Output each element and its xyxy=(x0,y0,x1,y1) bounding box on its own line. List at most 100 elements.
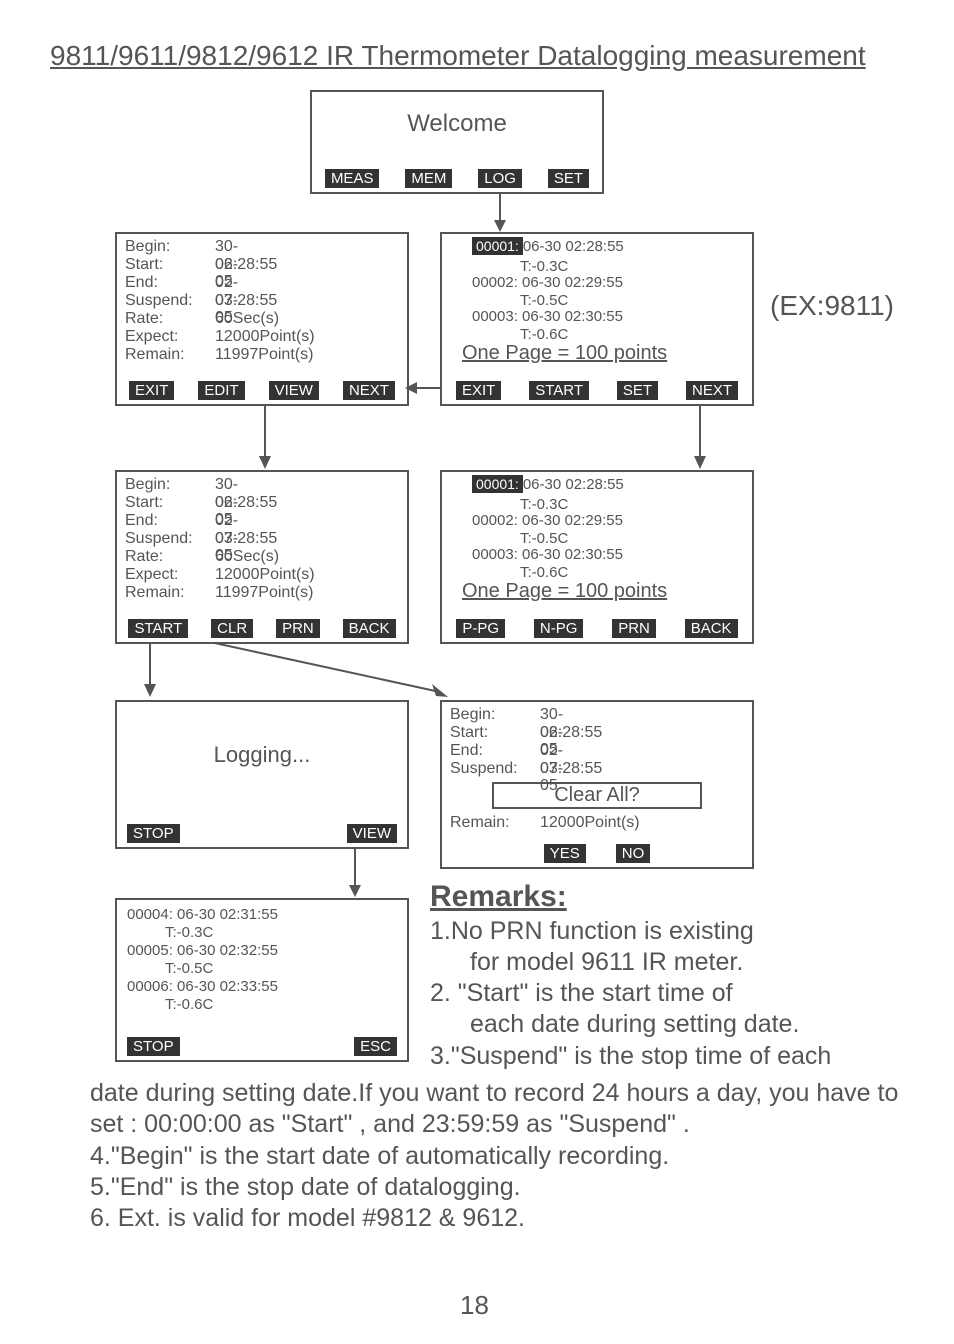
stop-button[interactable]: STOP xyxy=(127,824,180,843)
view-l2: 00005: 06-30 02:32:55 xyxy=(127,942,278,959)
logging-text: Logging... xyxy=(117,742,407,768)
log2-t2: T:-0.5C xyxy=(520,530,568,547)
clr-rem-v: 12000Point(s) xyxy=(540,814,640,832)
log-button[interactable]: LOG xyxy=(478,169,522,188)
log1-00001: 00001: xyxy=(472,237,523,255)
remark-1: 1.No PRN function is existing xyxy=(430,916,940,947)
remark-3: 3."Suspend" is the stop time of each xyxy=(430,1041,940,1072)
logging-view-button[interactable]: VIEW xyxy=(347,824,397,843)
log1-line2: 00002: 06-30 02:29:55 xyxy=(472,274,623,291)
start-screen: Begin:30-06-05 Start:02:28:55 End:02-07-… xyxy=(115,470,409,644)
start-label: Start: xyxy=(125,256,163,273)
arrow-down-icon xyxy=(345,847,365,897)
view-l1: 00004: 06-30 02:31:55 xyxy=(127,906,278,923)
arrow-down-icon xyxy=(690,404,710,469)
rate-label: Rate: xyxy=(125,548,163,565)
clr-end-l: End: xyxy=(450,742,483,759)
next-button[interactable]: NEXT xyxy=(343,381,395,400)
welcome-screen: Welcome MEAS MEM LOG SET xyxy=(310,90,604,194)
view-t3: T:-0.6C xyxy=(165,996,213,1013)
log1-start-button[interactable]: START xyxy=(529,381,589,400)
edit-screen: Begin:30-06-05 Start:02:28:55 End:02-07-… xyxy=(115,232,409,406)
end-label: End: xyxy=(125,274,158,291)
log1-t1: T:-0.3C xyxy=(520,258,568,275)
rate-value: 60Sec(s) xyxy=(215,310,279,328)
view-stop-button[interactable]: STOP xyxy=(127,1037,180,1056)
clr-start-v: 02:28:55 xyxy=(540,724,602,742)
expect-label: Expect: xyxy=(125,328,178,345)
start-button[interactable]: START xyxy=(128,619,188,638)
back-button[interactable]: BACK xyxy=(343,619,396,638)
log1-t2: T:-0.5C xyxy=(520,292,568,309)
ex-label: (EX:9811) xyxy=(770,290,894,322)
remain-label: Remain: xyxy=(125,584,185,601)
remark-b2: 4."Begin" is the start date of automatic… xyxy=(90,1141,910,1172)
meas-button[interactable]: MEAS xyxy=(325,169,380,188)
npg-button[interactable]: N-PG xyxy=(534,619,584,638)
remark-1b: for model 9611 IR meter. xyxy=(430,947,940,978)
log2-prn-button[interactable]: PRN xyxy=(612,619,656,638)
clr-susp-l: Suspend: xyxy=(450,760,518,777)
no-button[interactable]: NO xyxy=(616,844,651,863)
begin-label: Begin: xyxy=(125,476,170,493)
mem-button[interactable]: MEM xyxy=(405,169,452,188)
remarks-side: Remarks: 1.No PRN function is existing f… xyxy=(430,878,940,1072)
welcome-text: Welcome xyxy=(312,110,602,138)
expect-value: 12000Point(s) xyxy=(215,566,315,584)
edit-button[interactable]: EDIT xyxy=(198,381,244,400)
log2-00001: 00001: xyxy=(472,475,523,493)
clear-screen: Begin:30-06-05 Start:02:28:55 End:02-07-… xyxy=(440,700,754,869)
page-number: 18 xyxy=(460,1290,489,1321)
log1-set-button[interactable]: SET xyxy=(617,381,658,400)
view-data-screen: 00004: 06-30 02:31:55 T:-0.3C 00005: 06-… xyxy=(115,898,409,1062)
prn-button[interactable]: PRN xyxy=(276,619,320,638)
set-button[interactable]: SET xyxy=(548,169,589,188)
remain-value: 11997Point(s) xyxy=(215,346,313,364)
exit-button[interactable]: EXIT xyxy=(129,381,174,400)
remark-2: 2. "Start" is the start time of xyxy=(430,978,940,1009)
remark-2b: each date during setting date. xyxy=(430,1009,940,1040)
ppg-button[interactable]: P-PG xyxy=(456,619,505,638)
clr-rem-l: Remain: xyxy=(450,814,510,831)
clr-susp-v: 03:28:55 xyxy=(540,760,602,778)
view-l3: 00006: 06-30 02:33:55 xyxy=(127,978,278,995)
remark-b1: date during setting date.If you want to … xyxy=(90,1078,910,1141)
suspend-label: Suspend: xyxy=(125,292,193,309)
log1-exit-button[interactable]: EXIT xyxy=(456,381,501,400)
esc-button[interactable]: ESC xyxy=(354,1037,397,1056)
arrow-down-icon xyxy=(490,192,510,232)
log1-line1: 06-30 02:28:55 xyxy=(523,238,624,255)
arrow-down-icon xyxy=(255,404,275,469)
log1-next-button[interactable]: NEXT xyxy=(686,381,738,400)
arrow-diag-icon xyxy=(200,642,450,702)
log2-line1: 06-30 02:28:55 xyxy=(523,476,624,493)
log1-t3: T:-0.6C xyxy=(520,326,568,343)
end-label: End: xyxy=(125,512,158,529)
log2-line2: 00002: 06-30 02:29:55 xyxy=(472,512,623,529)
log2-t1: T:-0.3C xyxy=(520,496,568,513)
arrow-down-icon xyxy=(140,642,160,697)
log-screen-1: 00001:06-30 02:28:55 T:-0.3C 00002: 06-3… xyxy=(440,232,754,406)
remain-label: Remain: xyxy=(125,346,185,363)
log1-line3: 00003: 06-30 02:30:55 xyxy=(472,308,623,325)
view-t2: T:-0.5C xyxy=(165,960,213,977)
page-title: 9811/9611/9812/9612 IR Thermometer Datal… xyxy=(50,40,904,72)
log1-pageinfo: One Page = 100 points xyxy=(462,342,667,365)
remarks-bottom: date during setting date.If you want to … xyxy=(90,1078,910,1234)
clr-begin-l: Begin: xyxy=(450,706,495,723)
clr-start-l: Start: xyxy=(450,724,488,741)
log2-line3: 00003: 06-30 02:30:55 xyxy=(472,546,623,563)
view-button[interactable]: VIEW xyxy=(269,381,319,400)
remark-b3: 5."End" is the stop date of datalogging. xyxy=(90,1172,910,1203)
log2-back-button[interactable]: BACK xyxy=(685,619,738,638)
expect-label: Expect: xyxy=(125,566,178,583)
start-label: Start: xyxy=(125,494,163,511)
clr-button[interactable]: CLR xyxy=(211,619,253,638)
log2-t3: T:-0.6C xyxy=(520,564,568,581)
logging-screen: Logging... STOP VIEW xyxy=(115,700,409,849)
yes-button[interactable]: YES xyxy=(544,844,586,863)
clear-all-text: Clear All? xyxy=(492,782,702,809)
suspend-value: 03:28:55 xyxy=(215,530,277,548)
view-t1: T:-0.3C xyxy=(165,924,213,941)
expect-value: 12000Point(s) xyxy=(215,328,315,346)
